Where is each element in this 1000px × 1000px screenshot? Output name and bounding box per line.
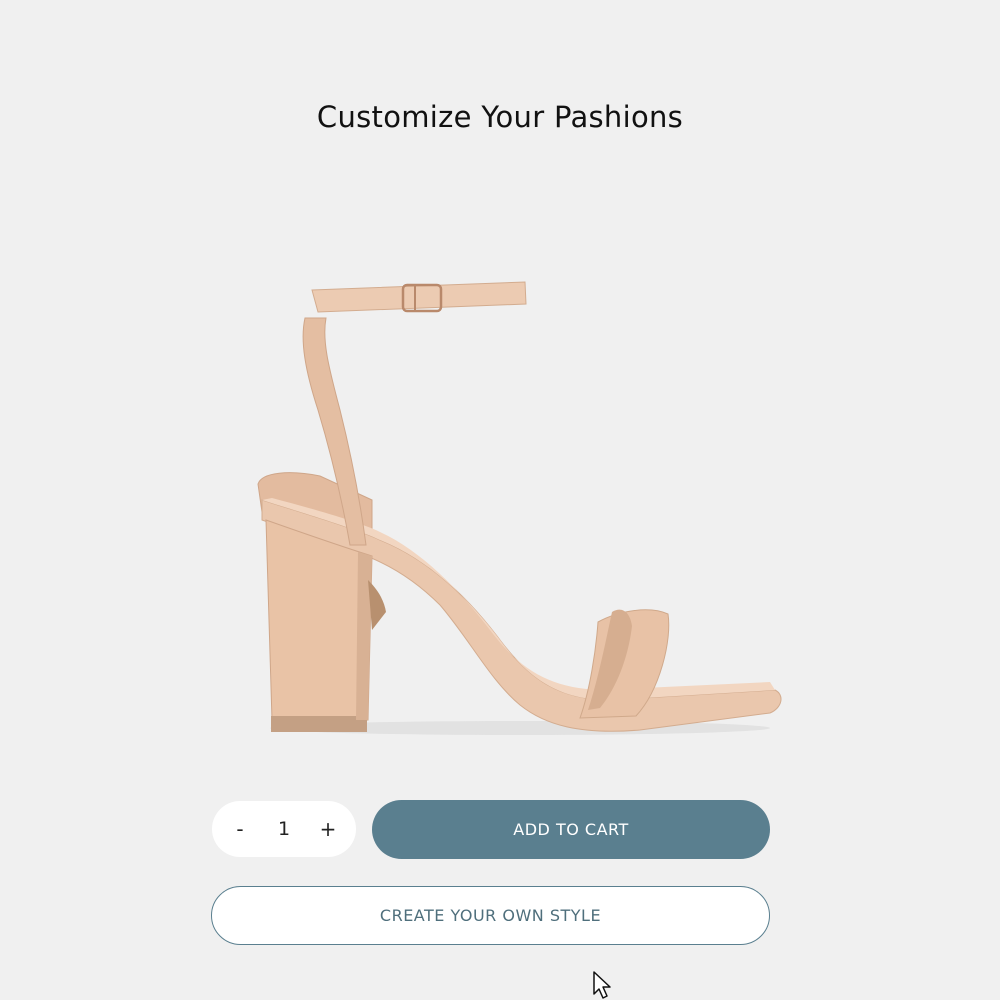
- quantity-stepper: - 1 +: [212, 801, 356, 857]
- mouse-pointer-icon: [593, 971, 611, 999]
- sandal-product-image: [257, 281, 782, 735]
- quantity-increment-button[interactable]: +: [310, 811, 346, 847]
- page-title: Customize Your Pashions: [316, 100, 684, 134]
- product-customizer-page: Customize Your Pashions - 1 + ADD TO CAR…: [0, 0, 1000, 1000]
- quantity-decrement-button[interactable]: -: [222, 811, 258, 847]
- create-your-own-style-button[interactable]: CREATE YOUR OWN STYLE: [211, 886, 770, 945]
- add-to-cart-button[interactable]: ADD TO CART: [372, 800, 770, 859]
- quantity-value[interactable]: 1: [269, 818, 299, 840]
